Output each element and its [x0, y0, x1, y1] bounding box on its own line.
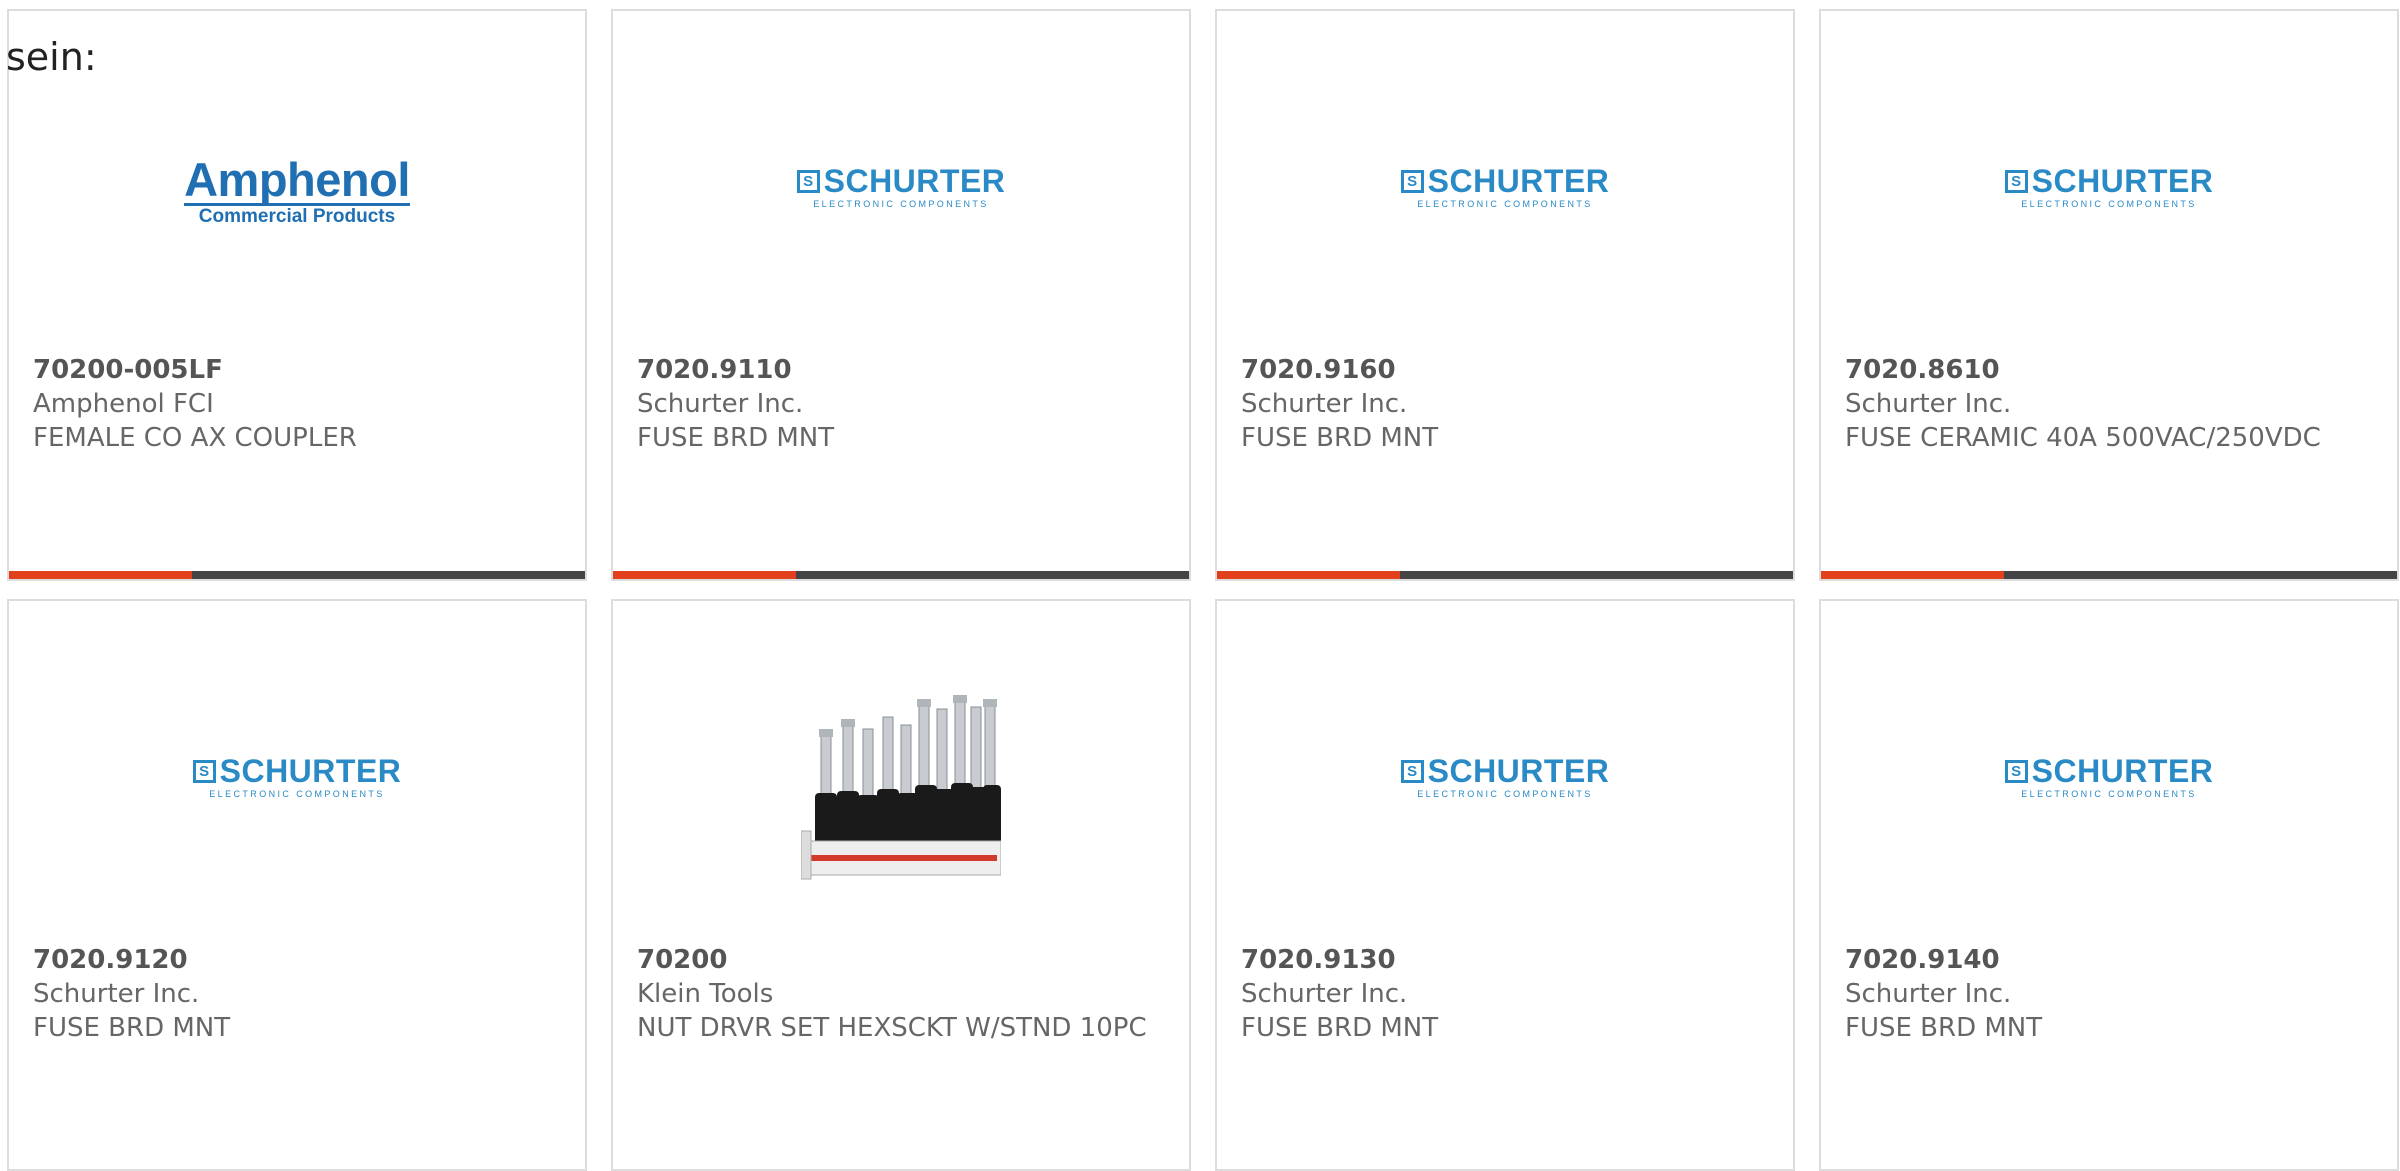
brand-logo: S SCHURTER ELECTRONIC COMPONENTS: [1821, 661, 2397, 911]
product-info: 70200-005LF Amphenol FCI FEMALE CO AX CO…: [33, 353, 569, 455]
logo-wordmark: SCHURTER: [219, 753, 402, 789]
schurter-mark-icon: S: [1400, 169, 1424, 193]
logo-tagline: ELECTRONIC COMPONENTS: [2021, 199, 2197, 209]
schurter-mark-icon: S: [192, 759, 216, 783]
brand-logo: S SCHURTER ELECTRONIC COMPONENTS: [1217, 661, 1793, 911]
card-bottom-bar: [9, 571, 585, 579]
brand-logo: S SCHURTER ELECTRONIC COMPONENTS: [1821, 71, 2397, 321]
bar-accent: [9, 571, 192, 579]
schurter-mark-icon: S: [796, 169, 820, 193]
manufacturer: Klein Tools: [637, 979, 774, 1009]
part-number[interactable]: 70200: [637, 943, 1173, 977]
product-card[interactable]: S SCHURTER ELECTRONIC COMPONENTS 7020.916…: [1215, 9, 1795, 581]
card-bottom-bar: [613, 571, 1189, 579]
logo-tagline: ELECTRONIC COMPONENTS: [1417, 789, 1593, 799]
product-info: 7020.9110 Schurter Inc. FUSE BRD MNT: [637, 353, 1173, 455]
part-number[interactable]: 7020.9110: [637, 353, 1173, 387]
manufacturer: Schurter Inc.: [637, 389, 804, 419]
part-number[interactable]: 70200-005LF: [33, 353, 569, 387]
manufacturer: Schurter Inc.: [1845, 389, 2012, 419]
description: FUSE BRD MNT: [1241, 1013, 1439, 1043]
card-bottom-bar: [1217, 571, 1793, 579]
bar-accent: [1821, 571, 2004, 579]
product-info: 70200 Klein Tools NUT DRVR SET HEXSCKT W…: [637, 943, 1173, 1045]
product-info: 7020.9140 Schurter Inc. FUSE BRD MNT: [1845, 943, 2381, 1045]
product-info: 7020.8610 Schurter Inc. FUSE CERAMIC 40A…: [1845, 353, 2381, 455]
product-card[interactable]: S SCHURTER ELECTRONIC COMPONENTS 7020.861…: [1819, 9, 2399, 581]
logo-tagline: ELECTRONIC COMPONENTS: [1417, 199, 1593, 209]
logo-tagline: ELECTRONIC COMPONENTS: [2021, 789, 2197, 799]
logo-tagline: Commercial Products: [198, 206, 396, 227]
product-image: [613, 661, 1189, 911]
logo-wordmark: SCHURTER: [2031, 753, 2214, 789]
logo-wordmark: SCHURTER: [1427, 753, 1610, 789]
schurter-mark-icon: S: [2004, 169, 2028, 193]
bar-accent: [1217, 571, 1400, 579]
logo-wordmark: Amphenol: [184, 153, 410, 206]
description: FUSE CERAMIC 40A 500VAC/250VDC: [1845, 423, 2321, 453]
description: FUSE BRD MNT: [1845, 1013, 2043, 1043]
schurter-logo: S SCHURTER ELECTRONIC COMPONENTS: [2004, 753, 2214, 799]
amphenol-logo: Amphenol Commercial Products: [184, 153, 410, 228]
product-card[interactable]: S SCHURTER ELECTRONIC COMPONENTS 7020.913…: [1215, 599, 1795, 1171]
intro-text: sein:: [6, 35, 97, 79]
manufacturer: Schurter Inc.: [1845, 979, 2012, 1009]
part-number[interactable]: 7020.9130: [1241, 943, 1777, 977]
part-number[interactable]: 7020.9140: [1845, 943, 2381, 977]
brand-logo: S SCHURTER ELECTRONIC COMPONENTS: [613, 71, 1189, 321]
description: FEMALE CO AX COUPLER: [33, 423, 357, 453]
brand-logo: S SCHURTER ELECTRONIC COMPONENTS: [1217, 71, 1793, 321]
brand-logo: Amphenol Commercial Products: [9, 71, 585, 321]
description: NUT DRVR SET HEXSCKT W/STND 10PC: [637, 1013, 1147, 1043]
description: FUSE BRD MNT: [33, 1013, 231, 1043]
brand-logo: S SCHURTER ELECTRONIC COMPONENTS: [9, 661, 585, 911]
schurter-logo: S SCHURTER ELECTRONIC COMPONENTS: [2004, 163, 2214, 209]
part-number[interactable]: 7020.9160: [1241, 353, 1777, 387]
product-info: 7020.9120 Schurter Inc. FUSE BRD MNT: [33, 943, 569, 1045]
schurter-logo: S SCHURTER ELECTRONIC COMPONENTS: [1400, 163, 1610, 209]
manufacturer: Schurter Inc.: [33, 979, 200, 1009]
logo-wordmark: SCHURTER: [2031, 163, 2214, 199]
product-card[interactable]: S SCHURTER ELECTRONIC COMPONENTS 7020.914…: [1819, 599, 2399, 1171]
nut-driver-set-image: [801, 695, 1001, 880]
product-card[interactable]: S SCHURTER ELECTRONIC COMPONENTS 7020.912…: [7, 599, 587, 1171]
schurter-mark-icon: S: [2004, 759, 2028, 783]
schurter-logo: S SCHURTER ELECTRONIC COMPONENTS: [192, 753, 402, 799]
logo-tagline: ELECTRONIC COMPONENTS: [813, 199, 989, 209]
product-card[interactable]: Amphenol Commercial Products 70200-005LF…: [7, 9, 587, 581]
product-card[interactable]: 70200 Klein Tools NUT DRVR SET HEXSCKT W…: [611, 599, 1191, 1171]
product-card[interactable]: S SCHURTER ELECTRONIC COMPONENTS 7020.911…: [611, 9, 1191, 581]
schurter-logo: S SCHURTER ELECTRONIC COMPONENTS: [1400, 753, 1610, 799]
description: FUSE BRD MNT: [1241, 423, 1439, 453]
card-bottom-bar: [1821, 571, 2397, 579]
product-info: 7020.9130 Schurter Inc. FUSE BRD MNT: [1241, 943, 1777, 1045]
manufacturer: Schurter Inc.: [1241, 389, 1408, 419]
schurter-mark-icon: S: [1400, 759, 1424, 783]
part-number[interactable]: 7020.8610: [1845, 353, 2381, 387]
logo-tagline: ELECTRONIC COMPONENTS: [209, 789, 385, 799]
description: FUSE BRD MNT: [637, 423, 835, 453]
product-grid: Amphenol Commercial Products 70200-005LF…: [7, 9, 2399, 1171]
part-number[interactable]: 7020.9120: [33, 943, 569, 977]
logo-wordmark: SCHURTER: [823, 163, 1006, 199]
manufacturer: Amphenol FCI: [33, 389, 214, 419]
manufacturer: Schurter Inc.: [1241, 979, 1408, 1009]
product-info: 7020.9160 Schurter Inc. FUSE BRD MNT: [1241, 353, 1777, 455]
logo-wordmark: SCHURTER: [1427, 163, 1610, 199]
schurter-logo: S SCHURTER ELECTRONIC COMPONENTS: [796, 163, 1006, 209]
bar-accent: [613, 571, 796, 579]
